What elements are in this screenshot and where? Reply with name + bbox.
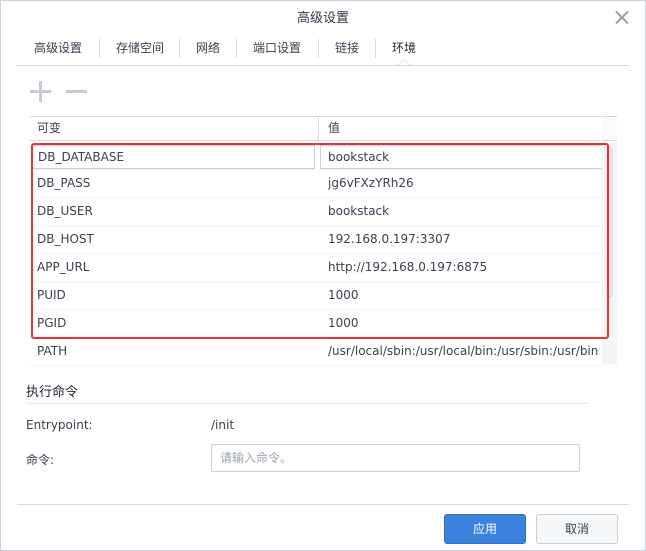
variable-value: http://192.168.0.197:6875: [328, 260, 488, 274]
dialog-title: 高级设置: [296, 11, 349, 26]
variable-name: DB_USER: [37, 204, 93, 218]
table-row[interactable]: APP_URL http://192.168.0.197:6875: [29, 254, 601, 282]
apply-button[interactable]: 应用: [444, 514, 526, 544]
variable-value: 1000: [328, 288, 359, 302]
tab-links[interactable]: 链接: [318, 36, 376, 65]
tab-storage[interactable]: 存储空间: [99, 36, 181, 65]
minus-icon[interactable]: [66, 80, 88, 102]
table-row[interactable]: PGID 1000: [29, 310, 601, 338]
table-row[interactable]: DB_USER bookstack: [29, 198, 601, 226]
variable-name: DB_PASS: [37, 176, 91, 190]
column-divider: [318, 117, 319, 141]
table-scrollbar[interactable]: [602, 142, 617, 364]
table-row[interactable]: DB_DATABASE bookstack: [29, 142, 605, 170]
cancel-button[interactable]: 取消: [536, 514, 618, 544]
plus-icon[interactable]: [30, 80, 52, 102]
table-header: 可变 值: [29, 116, 601, 141]
close-icon[interactable]: [615, 10, 629, 24]
entrypoint-value: /init: [211, 418, 235, 432]
variable-value: 192.168.0.197:3307: [328, 232, 451, 246]
tab-advanced-settings[interactable]: 高级设置: [17, 36, 99, 65]
command-label: 命令:: [26, 453, 55, 467]
variable-value-field[interactable]: bookstack: [320, 145, 605, 169]
entrypoint-label: Entrypoint:: [26, 418, 93, 432]
exec-command-section-title: 执行命令: [26, 385, 79, 400]
variable-value: /usr/local/sbin:/usr/local/bin:/usr/sbin…: [328, 344, 600, 358]
variable-value: jg6vFXzYRh26: [328, 176, 414, 190]
variable-name: DB_HOST: [37, 232, 94, 246]
column-header-variable[interactable]: 可变: [37, 117, 61, 140]
footer-divider: [17, 504, 629, 505]
advanced-settings-dialog: 高级设置 高级设置 存储空间 网络 端口设置 链接 环境 可变 值 DB_DAT…: [0, 0, 646, 551]
tab-network[interactable]: 网络: [179, 36, 237, 65]
scrollbar-thumb[interactable]: [606, 146, 613, 298]
variable-name: PUID: [37, 288, 66, 302]
variable-name: PGID: [37, 316, 67, 330]
column-header-value[interactable]: 值: [328, 117, 340, 140]
environment-table: 可变 值 DB_DATABASE bookstack DB_PASS jg6vF…: [29, 116, 617, 366]
variable-value: bookstack: [328, 204, 390, 218]
active-tab-pointer: [398, 59, 410, 65]
table-row[interactable]: DB_PASS jg6vFXzYRh26: [29, 170, 601, 198]
variable-name: PATH: [37, 344, 68, 358]
tab-port-settings[interactable]: 端口设置: [236, 36, 318, 65]
variable-name-field[interactable]: DB_DATABASE: [32, 145, 315, 169]
variable-name: APP_URL: [37, 260, 90, 274]
table-row[interactable]: DB_HOST 192.168.0.197:3307: [29, 226, 601, 254]
section-divider: [26, 403, 588, 404]
command-input[interactable]: [211, 444, 580, 472]
table-row[interactable]: PATH /usr/local/sbin:/usr/local/bin:/usr…: [29, 338, 601, 366]
tab-bar: 高级设置 存储空间 网络 端口设置 链接 环境: [17, 36, 629, 66]
header-scroll-corner: [602, 116, 617, 141]
variable-value: 1000: [328, 316, 359, 330]
table-row[interactable]: PUID 1000: [29, 282, 601, 310]
